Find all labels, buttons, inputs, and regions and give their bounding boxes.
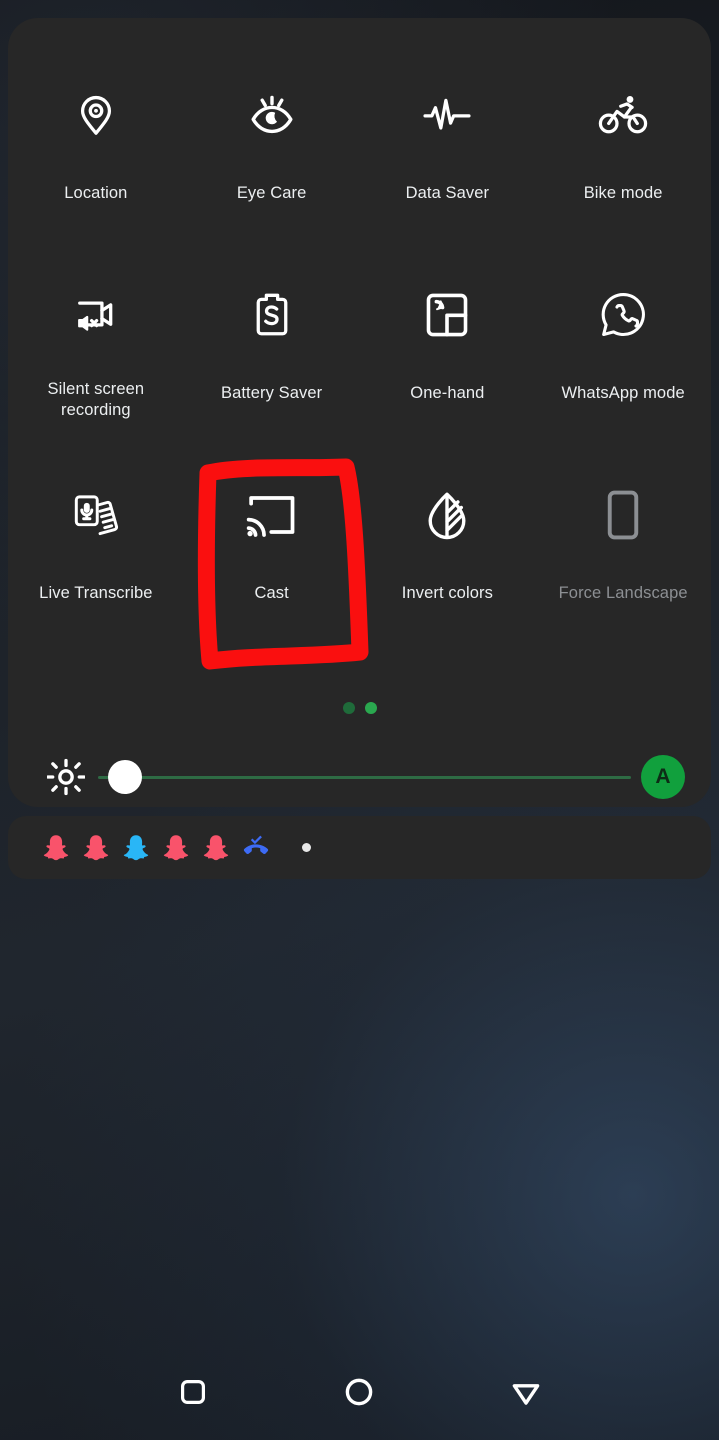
tile-whatsapp-mode[interactable]: WhatsApp mode (535, 278, 711, 478)
snapchat-ghost-icon[interactable] (122, 833, 150, 863)
page-dot-2[interactable] (364, 702, 377, 714)
force-landscape-icon (593, 485, 653, 545)
tile-one-hand[interactable]: One-hand (360, 278, 536, 478)
live-transcribe-icon (66, 485, 126, 545)
tile-label: Invert colors (401, 584, 493, 602)
page-dot-1[interactable] (342, 702, 355, 714)
tile-bike-mode[interactable]: Bike mode (535, 78, 711, 278)
slider-track (98, 775, 631, 779)
navigation-bar (0, 1344, 719, 1440)
brightness-row: A (8, 748, 711, 806)
location-pin-icon (66, 85, 126, 145)
tile-silent-screen-recording[interactable]: Silent screen recording (8, 278, 184, 478)
page-indicator (8, 702, 711, 714)
cast-icon (242, 485, 302, 545)
tile-location[interactable]: Location (8, 78, 184, 278)
tile-force-landscape[interactable]: Force Landscape (535, 478, 711, 678)
snapchat-ghost-icon[interactable] (82, 833, 110, 863)
snapchat-ghost-icon[interactable] (202, 833, 230, 863)
tile-label: Bike mode (583, 184, 663, 202)
tile-label: WhatsApp mode (561, 384, 685, 402)
quick-settings-panel: Location Eye Care Data Saver Bike mode S… (8, 18, 711, 807)
tile-battery-saver[interactable]: Battery Saver (184, 278, 360, 478)
quick-settings-tile-grid: Location Eye Care Data Saver Bike mode S… (8, 78, 711, 678)
recents-button[interactable] (165, 1364, 221, 1420)
tile-label: Location (64, 184, 128, 202)
brightness-sun-icon (38, 758, 94, 796)
silent-screen-record-icon (66, 285, 126, 345)
tile-label: Battery Saver (220, 384, 323, 402)
snapchat-ghost-icon[interactable] (162, 833, 190, 863)
eye-care-icon (242, 85, 302, 145)
tile-label: Live Transcribe (39, 584, 153, 602)
battery-saver-icon (242, 285, 302, 345)
brightness-slider[interactable] (98, 757, 631, 797)
tile-label: Data Saver (405, 184, 490, 202)
one-hand-mode-icon (417, 285, 477, 345)
bicycle-icon (593, 85, 653, 145)
snapchat-ghost-icon[interactable] (42, 833, 70, 863)
tile-data-saver[interactable]: Data Saver (360, 78, 536, 278)
tile-label: One-hand (410, 384, 485, 402)
data-saver-pulse-icon (417, 85, 477, 145)
notification-shelf[interactable] (8, 816, 711, 879)
tile-cast[interactable]: Cast (184, 478, 360, 678)
invert-colors-icon (417, 485, 477, 545)
whatsapp-mode-icon (593, 285, 653, 345)
call-answered-icon[interactable] (242, 833, 270, 863)
tile-label: Eye Care (236, 184, 307, 202)
tile-label: Force Landscape (558, 584, 688, 602)
back-button[interactable] (498, 1364, 554, 1420)
tile-live-transcribe[interactable]: Live Transcribe (8, 478, 184, 678)
notification-overflow-dot (302, 843, 311, 852)
slider-thumb[interactable] (108, 760, 142, 794)
phone-screen: Location Eye Care Data Saver Bike mode S… (0, 0, 719, 1440)
tile-label: Cast (254, 584, 289, 602)
home-button[interactable] (331, 1364, 387, 1420)
auto-brightness-button[interactable]: A (641, 755, 685, 799)
tile-invert-colors[interactable]: Invert colors (360, 478, 536, 678)
tile-eye-care[interactable]: Eye Care (184, 78, 360, 278)
tile-label: Silent screen recording (47, 380, 145, 420)
